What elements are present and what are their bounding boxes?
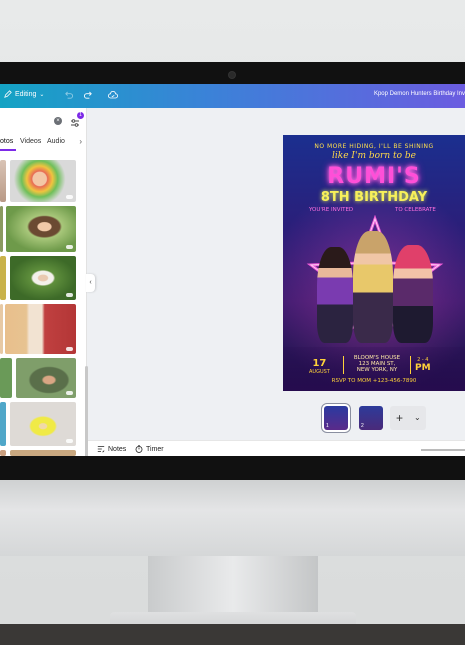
clear-search-icon[interactable]: ×: [54, 117, 62, 125]
notes-icon: [97, 446, 105, 453]
editing-mode-dropdown[interactable]: Editing ⌄: [4, 90, 44, 98]
cloud-saved-button[interactable]: [107, 89, 119, 101]
filter-button[interactable]: 1: [70, 112, 84, 127]
media-tabs: otos Videos Audio ›: [0, 136, 86, 151]
app-screen: Editing ⌄ Kpop Demon Hunters Birthday In…: [0, 84, 465, 456]
cloud-check-icon: [108, 90, 118, 98]
pencil-icon: [4, 90, 12, 98]
character-left: [317, 247, 353, 343]
divider: [343, 356, 344, 374]
invitation-design[interactable]: NO MORE HIDING, I'LL BE SHINING like I'm…: [283, 135, 465, 391]
photos-side-panel: × 1 otos Videos Audio ›: [0, 108, 88, 456]
redo-icon: [83, 91, 92, 99]
invite-date-month: AUGUST: [309, 369, 330, 375]
filter-sliders-icon: [71, 119, 79, 127]
photo-thumbnail[interactable]: [0, 256, 6, 300]
page-thumbnail-2[interactable]: 2: [359, 406, 383, 430]
photo-thumbnail[interactable]: [10, 450, 76, 456]
invite-rsvp: RSVP TO MOM +123-456-7890: [331, 378, 417, 384]
invite-date: 17 AUGUST: [309, 358, 330, 375]
photo-info-icon: [66, 439, 73, 443]
invite-time: 2 - 4 PM: [415, 357, 431, 373]
invite-date-day: 17: [312, 358, 327, 369]
invite-youre-invited: YOU'RE INVITED: [309, 207, 354, 213]
invite-time-period: PM: [415, 363, 431, 373]
timer-label: Timer: [146, 445, 164, 453]
notes-label: Notes: [108, 445, 127, 453]
page-number: 1: [326, 423, 329, 429]
photo-thumbnail[interactable]: [10, 402, 76, 446]
photo-thumbnail[interactable]: [5, 304, 76, 354]
invite-venue-city: NEW YORK, NY: [356, 367, 398, 373]
page-thumbnail-1[interactable]: 1: [324, 406, 348, 430]
timer-button[interactable]: Timer: [135, 445, 164, 453]
invite-to-celebrate: TO CELEBRATE: [395, 207, 436, 213]
editor-toolbar: Editing ⌄ Kpop Demon Hunters Birthday In…: [0, 84, 465, 108]
undo-icon: [64, 91, 73, 99]
webcam: [229, 72, 235, 78]
zoom-slider[interactable]: [421, 449, 465, 451]
search-input[interactable]: × 1: [0, 112, 86, 128]
add-page-button[interactable]: + ⌄: [390, 406, 426, 430]
invite-name: RUMI'S: [327, 164, 421, 189]
tab-photos[interactable]: otos: [0, 138, 13, 145]
tab-audio[interactable]: Audio: [47, 138, 65, 145]
plus-icon: +: [396, 411, 404, 425]
character-center: [353, 231, 393, 343]
monitor-chin: [0, 480, 465, 556]
photo-info-icon: [66, 293, 73, 297]
photo-thumbnail[interactable]: [0, 358, 12, 398]
filter-count-badge: 1: [77, 112, 84, 119]
chevron-right-icon[interactable]: ›: [79, 137, 82, 146]
photo-thumbnail[interactable]: [10, 160, 76, 202]
tab-videos[interactable]: Videos: [20, 138, 41, 145]
editor-footer: Notes Timer: [88, 440, 465, 456]
photo-thumbnail[interactable]: [10, 256, 76, 300]
document-title[interactable]: Kpop Demon Hunters Birthday Inv: [374, 91, 465, 97]
undo-button[interactable]: [62, 89, 74, 101]
editing-mode-label: Editing: [15, 90, 37, 98]
photo-thumbnail[interactable]: [0, 450, 6, 456]
notes-button[interactable]: Notes: [97, 445, 126, 453]
photo-info-icon: [66, 195, 73, 199]
invite-venue: BLOOM'S HOUSE 123 MAIN ST, NEW YORK, NY: [347, 355, 407, 373]
character-right: [393, 245, 433, 343]
photo-thumbnail[interactable]: [0, 160, 6, 202]
desk-surface: [0, 624, 465, 645]
redo-button[interactable]: [82, 89, 94, 101]
divider: [410, 356, 411, 374]
collapse-panel-button[interactable]: ‹: [86, 274, 95, 292]
chevron-left-icon: ‹: [89, 279, 92, 286]
invite-tagline: NO MORE HIDING, I'LL BE SHINING: [314, 143, 434, 150]
photo-thumbnail[interactable]: [6, 206, 76, 252]
active-tab-indicator: [0, 149, 16, 151]
photo-thumbnail[interactable]: [0, 206, 3, 252]
photo-info-icon: [66, 245, 73, 249]
photo-info-icon: [66, 347, 73, 351]
photo-thumbnail[interactable]: [0, 402, 6, 446]
photo-thumbnail[interactable]: [16, 358, 76, 398]
invite-headline: 8TH BIRTHDAY: [320, 190, 428, 205]
timer-icon: [135, 445, 143, 453]
chevron-down-icon[interactable]: ⌄: [414, 413, 421, 422]
chevron-down-icon: ⌄: [39, 91, 45, 98]
page-number: 2: [361, 423, 364, 429]
photo-thumbnail[interactable]: [0, 304, 3, 354]
photo-info-icon: [66, 391, 73, 395]
invite-script-line: like I'm born to be: [332, 151, 416, 161]
